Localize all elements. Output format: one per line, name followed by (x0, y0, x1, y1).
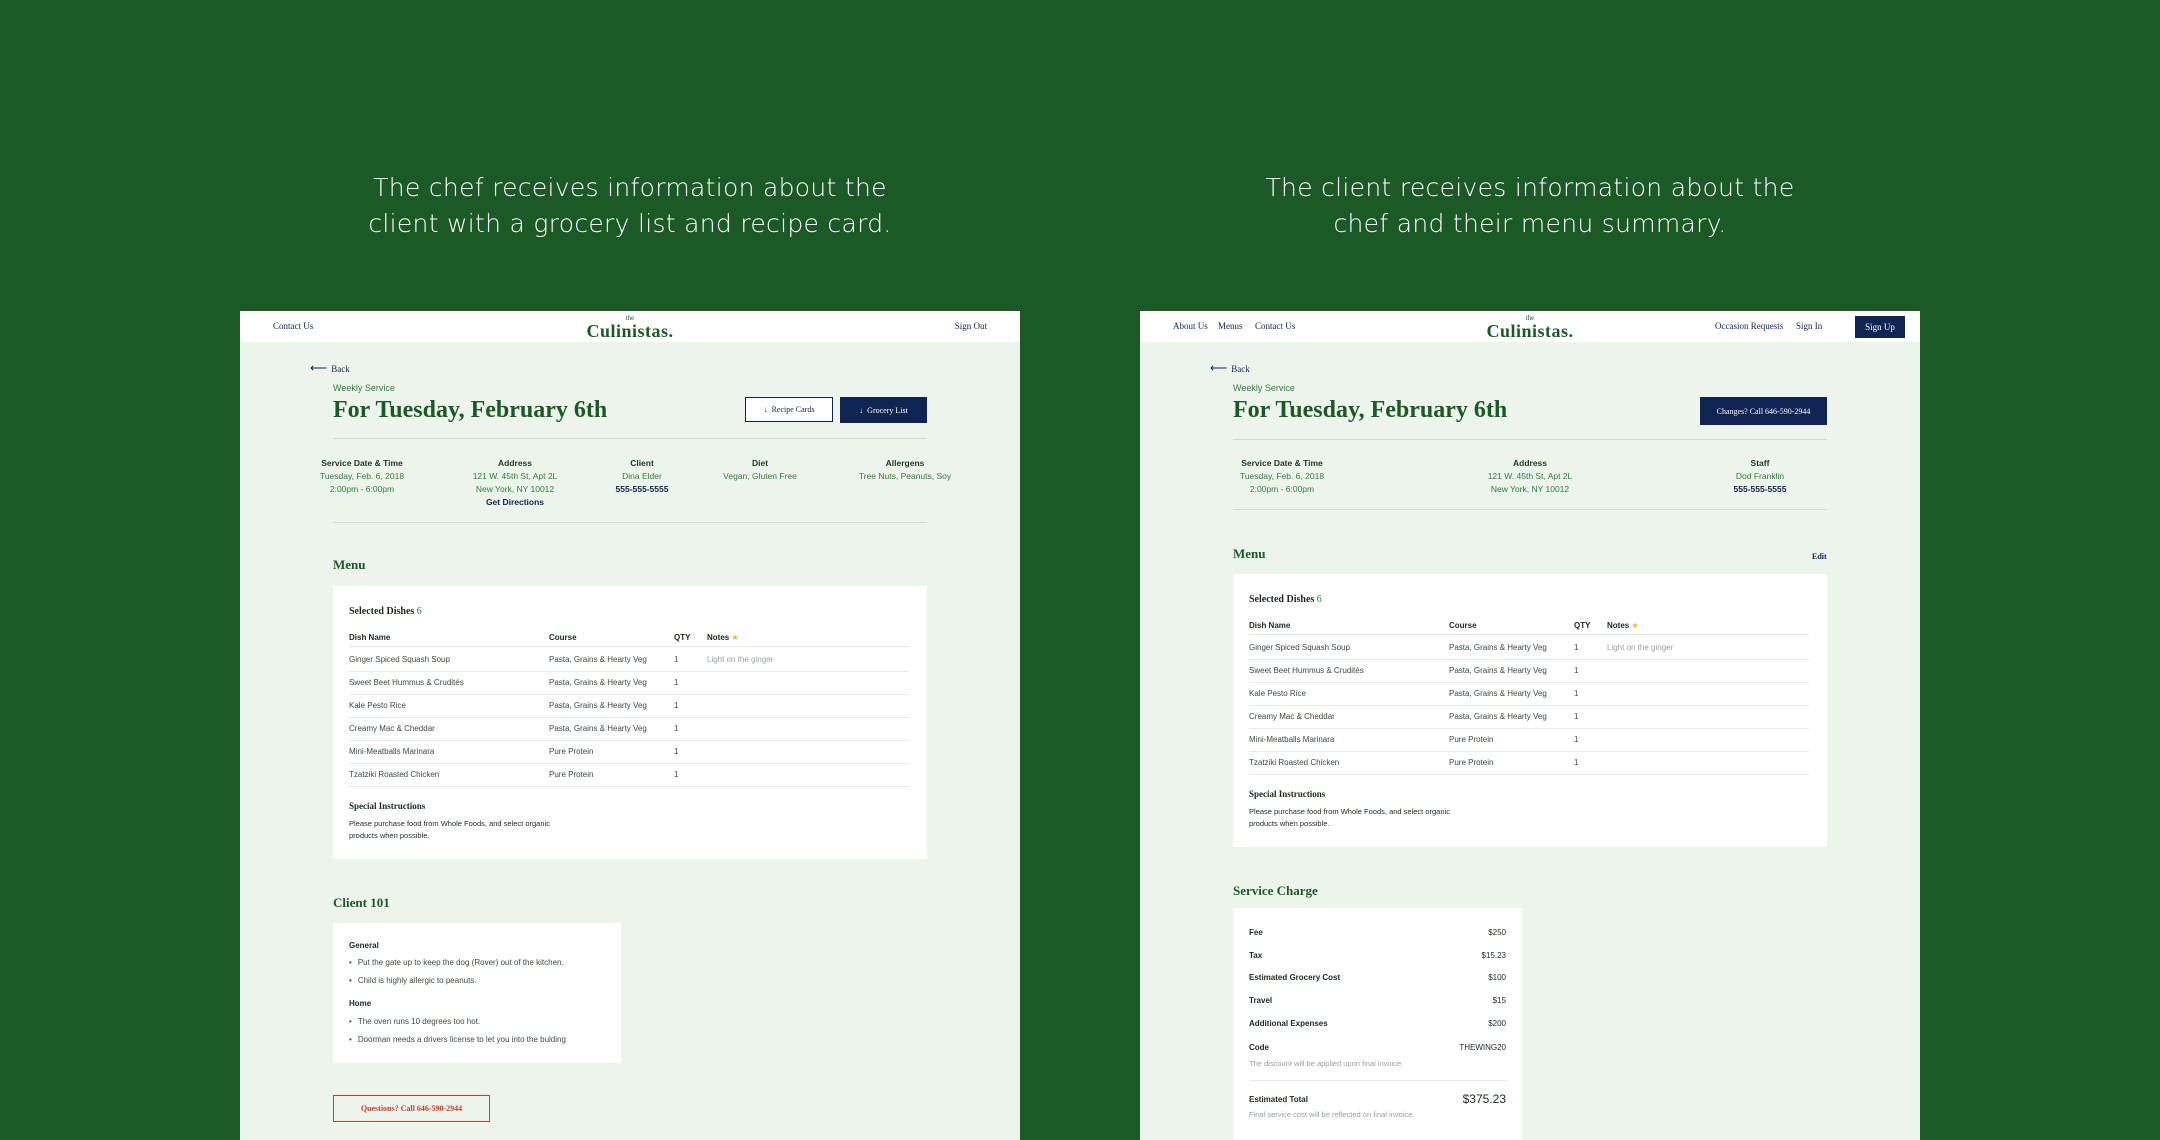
table-row[interactable]: Kale Pesto Rice Pasta, Grains & Hearty V… (1249, 683, 1809, 706)
list-item: Put the gate up to keep the dog (Rover) … (349, 958, 564, 967)
info-address: Address 121 W. 45th St, Apt 2L New York,… (1487, 458, 1573, 494)
divider (333, 438, 927, 439)
table-row[interactable]: Creamy Mac & Cheddar Pasta, Grains & Hea… (1249, 706, 1809, 729)
menu-section-title: Menu (333, 557, 366, 572)
menu-card: Selected Dishes 6 Dish Name Course QTY N… (333, 586, 927, 859)
table-row[interactable]: Sweet Beet Hummus & Crudités Pasta, Grai… (349, 672, 909, 695)
home-label: Home (349, 999, 372, 1008)
caption-chef: The chef receives information about the … (368, 173, 892, 238)
download-icon: ↓ (859, 405, 864, 415)
table-row[interactable]: Tzatziki Roasted Chicken Pure Protein 1 (349, 764, 909, 787)
table-row[interactable]: Ginger Spiced Squash Soup Pasta, Grains … (349, 649, 909, 672)
chef-view-panel: Contact Us the Culinistas. Sign Out ⟵ Ba… (240, 311, 1020, 1140)
info-allergens: Allergens Tree Nuts, Peanuts, Soy (858, 458, 952, 481)
client-view-panel: About Us Menus Contact Us the Culinistas… (1140, 311, 1920, 1140)
list-item: Doorman needs a drivers license to let y… (349, 1035, 566, 1044)
edit-menu-link[interactable]: Edit (1812, 552, 1827, 561)
client-phone-link[interactable]: 555-555-5555 (592, 483, 692, 496)
menu-section-title: Menu (1233, 546, 1266, 561)
client101-card: General Put the gate up to keep the dog … (333, 923, 621, 1063)
arrow-left-icon: ⟵ (1210, 361, 1228, 375)
info-client: Client Dina Elder 555-555-5555 (592, 457, 692, 496)
back-link[interactable]: ⟵ Back (1210, 361, 1250, 376)
staff-phone-link[interactable]: 555-555-5555 (1710, 483, 1810, 496)
divider (1249, 1080, 1506, 1081)
changes-call-button[interactable]: Changes? Call 646-590-2944 (1700, 397, 1827, 425)
arrow-left-icon: ⟵ (310, 361, 328, 375)
info-service-datetime: Service Date & Time Tuesday, Feb. 6, 201… (319, 458, 405, 494)
table-row[interactable]: Mini-Meatballs Marinara Pure Protein 1 (1249, 729, 1809, 752)
table-row[interactable]: Tzatziki Roasted Chicken Pure Protein 1 (1249, 752, 1809, 775)
top-nav: Contact Us the Culinistas. Sign Out (240, 311, 1020, 342)
selected-dishes-title: Selected Dishes 6 (349, 606, 422, 617)
questions-call-button[interactable]: Questions? Call 646-590-2944 (333, 1095, 490, 1122)
recipe-cards-button[interactable]: ↓ Recipe Cards (745, 397, 833, 422)
menu-card: Selected Dishes 6 Dish Name Course QTY N… (1233, 574, 1827, 847)
service-type: Weekly Service (333, 383, 395, 393)
special-instructions-text: Please purchase food from Whole Foods, a… (1249, 807, 1450, 828)
info-staff: Staff Dod Franklin 555-555-5555 (1710, 457, 1810, 496)
dish-count-badge: 6 (1316, 594, 1322, 605)
culinistas-logo[interactable]: the Culinistas. (240, 314, 1020, 340)
table-header: Dish Name Course QTY Notes ★ (349, 633, 909, 647)
total-note: Final service cost will be reflected on … (1249, 1110, 1415, 1119)
divider (333, 522, 927, 523)
selected-dishes-title: Selected Dishes 6 (1249, 594, 1322, 605)
nav-signin-link[interactable]: Sign In (1796, 321, 1822, 331)
grocery-cost-row: Estimated Grocery Cost $100 (1249, 973, 1506, 982)
caption-client: The client receives information about th… (1265, 173, 1795, 238)
top-nav: About Us Menus Contact Us the Culinistas… (1140, 311, 1920, 342)
nav-occasion-requests-link[interactable]: Occasion Requests (1715, 321, 1783, 331)
table-row[interactable]: Ginger Spiced Squash Soup Pasta, Grains … (1249, 637, 1809, 660)
table-header: Dish Name Course QTY Notes ★ (1249, 621, 1809, 635)
info-address: Address 121 W. 45th St, Apt 2L New York,… (445, 457, 585, 509)
table-row[interactable]: Kale Pesto Rice Pasta, Grains & Hearty V… (349, 695, 909, 718)
info-diet: Diet Vegan, Gluten Free (723, 458, 797, 481)
special-instructions-text: Please purchase food from Whole Foods, a… (349, 819, 550, 840)
list-item: Child is highly allergic to peanuts. (349, 976, 477, 985)
divider (1233, 509, 1827, 510)
tax-row: Tax $15.23 (1249, 951, 1506, 960)
service-charge-card: Fee $250 Tax $15.23 Estimated Grocery Co… (1233, 908, 1522, 1140)
table-row[interactable]: Creamy Mac & Cheddar Pasta, Grains & Hea… (349, 718, 909, 741)
discount-note: The discount will be applied upon final … (1249, 1059, 1404, 1068)
table-row[interactable]: Mini-Meatballs Marinara Pure Protein 1 (349, 741, 909, 764)
additional-expenses-row: Additional Expenses $200 (1249, 1019, 1506, 1028)
service-charge-section-title: Service Charge (1233, 883, 1318, 898)
back-link[interactable]: ⟵ Back (310, 361, 350, 376)
divider (1233, 439, 1827, 440)
page-title: For Tuesday, February 6th (333, 397, 608, 423)
download-icon: ↓ (763, 405, 768, 414)
special-instructions-title: Special Instructions (349, 801, 426, 811)
general-label: General (349, 941, 379, 950)
page-title: For Tuesday, February 6th (1233, 397, 1508, 423)
star-icon: ★ (731, 633, 739, 642)
travel-row: Travel $15 (1249, 996, 1506, 1005)
info-service-datetime: Service Date & Time Tuesday, Feb. 6, 201… (1239, 458, 1325, 494)
dish-count-badge: 6 (416, 606, 422, 617)
client101-section-title: Client 101 (333, 895, 390, 910)
signup-button[interactable]: Sign Up (1855, 316, 1905, 338)
nav-signout-link[interactable]: Sign Out (955, 321, 987, 331)
table-row[interactable]: Sweet Beet Hummus & Crudités Pasta, Grai… (1249, 660, 1809, 683)
fee-row: Fee $250 (1249, 928, 1506, 937)
star-icon: ★ (1631, 621, 1639, 630)
get-directions-link[interactable]: Get Directions (445, 496, 585, 509)
estimated-total-row: Estimated Total $375.23 (1249, 1092, 1506, 1106)
service-type: Weekly Service (1233, 383, 1295, 393)
grocery-list-button[interactable]: ↓ Grocery List (840, 397, 927, 423)
discount-code-row: Code THEWING20 (1249, 1043, 1506, 1052)
special-instructions-title: Special Instructions (1249, 789, 1326, 799)
list-item: The oven runs 10 degrees too hot. (349, 1017, 480, 1026)
